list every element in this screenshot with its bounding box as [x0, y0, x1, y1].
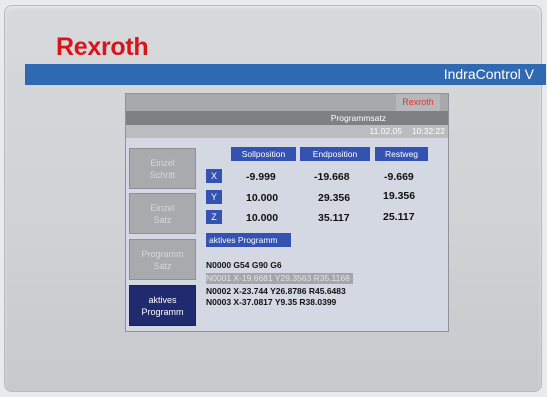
- axis-label-x: X: [206, 169, 222, 183]
- x-restweg: -9.669: [384, 171, 414, 183]
- program-line: N0002 X-23.744 Y26.8786 R45.6483: [206, 286, 346, 296]
- product-band: IndraControl V: [25, 64, 546, 85]
- z-sollposition: 10.000: [246, 212, 279, 224]
- y-endposition: 29.356: [318, 192, 351, 204]
- softkey-label-line1: Einzel: [150, 157, 175, 168]
- softkey-label-line1: Programm: [141, 248, 184, 259]
- y-sollposition: 10.000: [246, 192, 279, 204]
- softkey-label-line2: Programm: [141, 306, 184, 317]
- axis-label-y: Y: [206, 190, 222, 204]
- status-bar: 11.02.05 10:32:22: [126, 125, 448, 138]
- softkey-aktives-programm[interactable]: aktives Programm: [129, 285, 196, 326]
- softkey-label-line2: Satz: [153, 260, 172, 271]
- y-restweg: 19.356: [383, 190, 416, 202]
- column-header-restweg: Restweg: [375, 147, 428, 161]
- header-brand-tab[interactable]: Rexroth: [396, 94, 440, 111]
- program-line: N0000 G54 G90 G6: [206, 260, 282, 270]
- softkey-label-line2: Schritt: [149, 169, 176, 180]
- screen-header-bar: Rexroth: [126, 94, 448, 111]
- status-time: 10:32:22: [411, 126, 445, 136]
- softkey-einzel-satz[interactable]: Einzel Satz: [129, 193, 196, 234]
- softkey-label-line1: Einzel: [150, 202, 175, 213]
- status-date: 11.02.05: [369, 126, 402, 136]
- softkey-programm-satz[interactable]: Programm Satz: [129, 239, 196, 280]
- z-endposition: 35.117: [318, 212, 350, 224]
- program-line: N0003 X-37.0817 Y9.35 R38.0399: [206, 297, 337, 307]
- softkey-label-line2: Satz: [153, 214, 172, 225]
- indracontrol-device: Rexroth IndraControl V Rexroth Programms…: [4, 5, 546, 392]
- active-program-label: aktives Programm: [206, 233, 291, 247]
- softkey-einzel-schritt[interactable]: Einzel Schritt: [129, 148, 196, 189]
- mode-label: Programmsatz: [330, 113, 386, 123]
- x-sollposition: -9.999: [246, 171, 276, 183]
- column-header-sollposition: Sollposition: [231, 147, 296, 161]
- mode-bar: Programmsatz: [126, 111, 448, 125]
- program-line-current: N0001 X-19.6681 Y29.3563 R35.1168: [206, 273, 353, 284]
- product-name: IndraControl V: [443, 66, 534, 82]
- z-restweg: 25.117: [383, 211, 415, 223]
- brand-logo: Rexroth: [56, 33, 149, 61]
- column-header-endposition: Endposition: [300, 147, 370, 161]
- x-endposition: -19.668: [314, 171, 350, 183]
- hmi-screen: Rexroth Programmsatz 11.02.05 10:32:22 E…: [125, 93, 449, 332]
- softkey-label-line1: aktives: [148, 294, 177, 305]
- axis-label-z: Z: [206, 210, 222, 224]
